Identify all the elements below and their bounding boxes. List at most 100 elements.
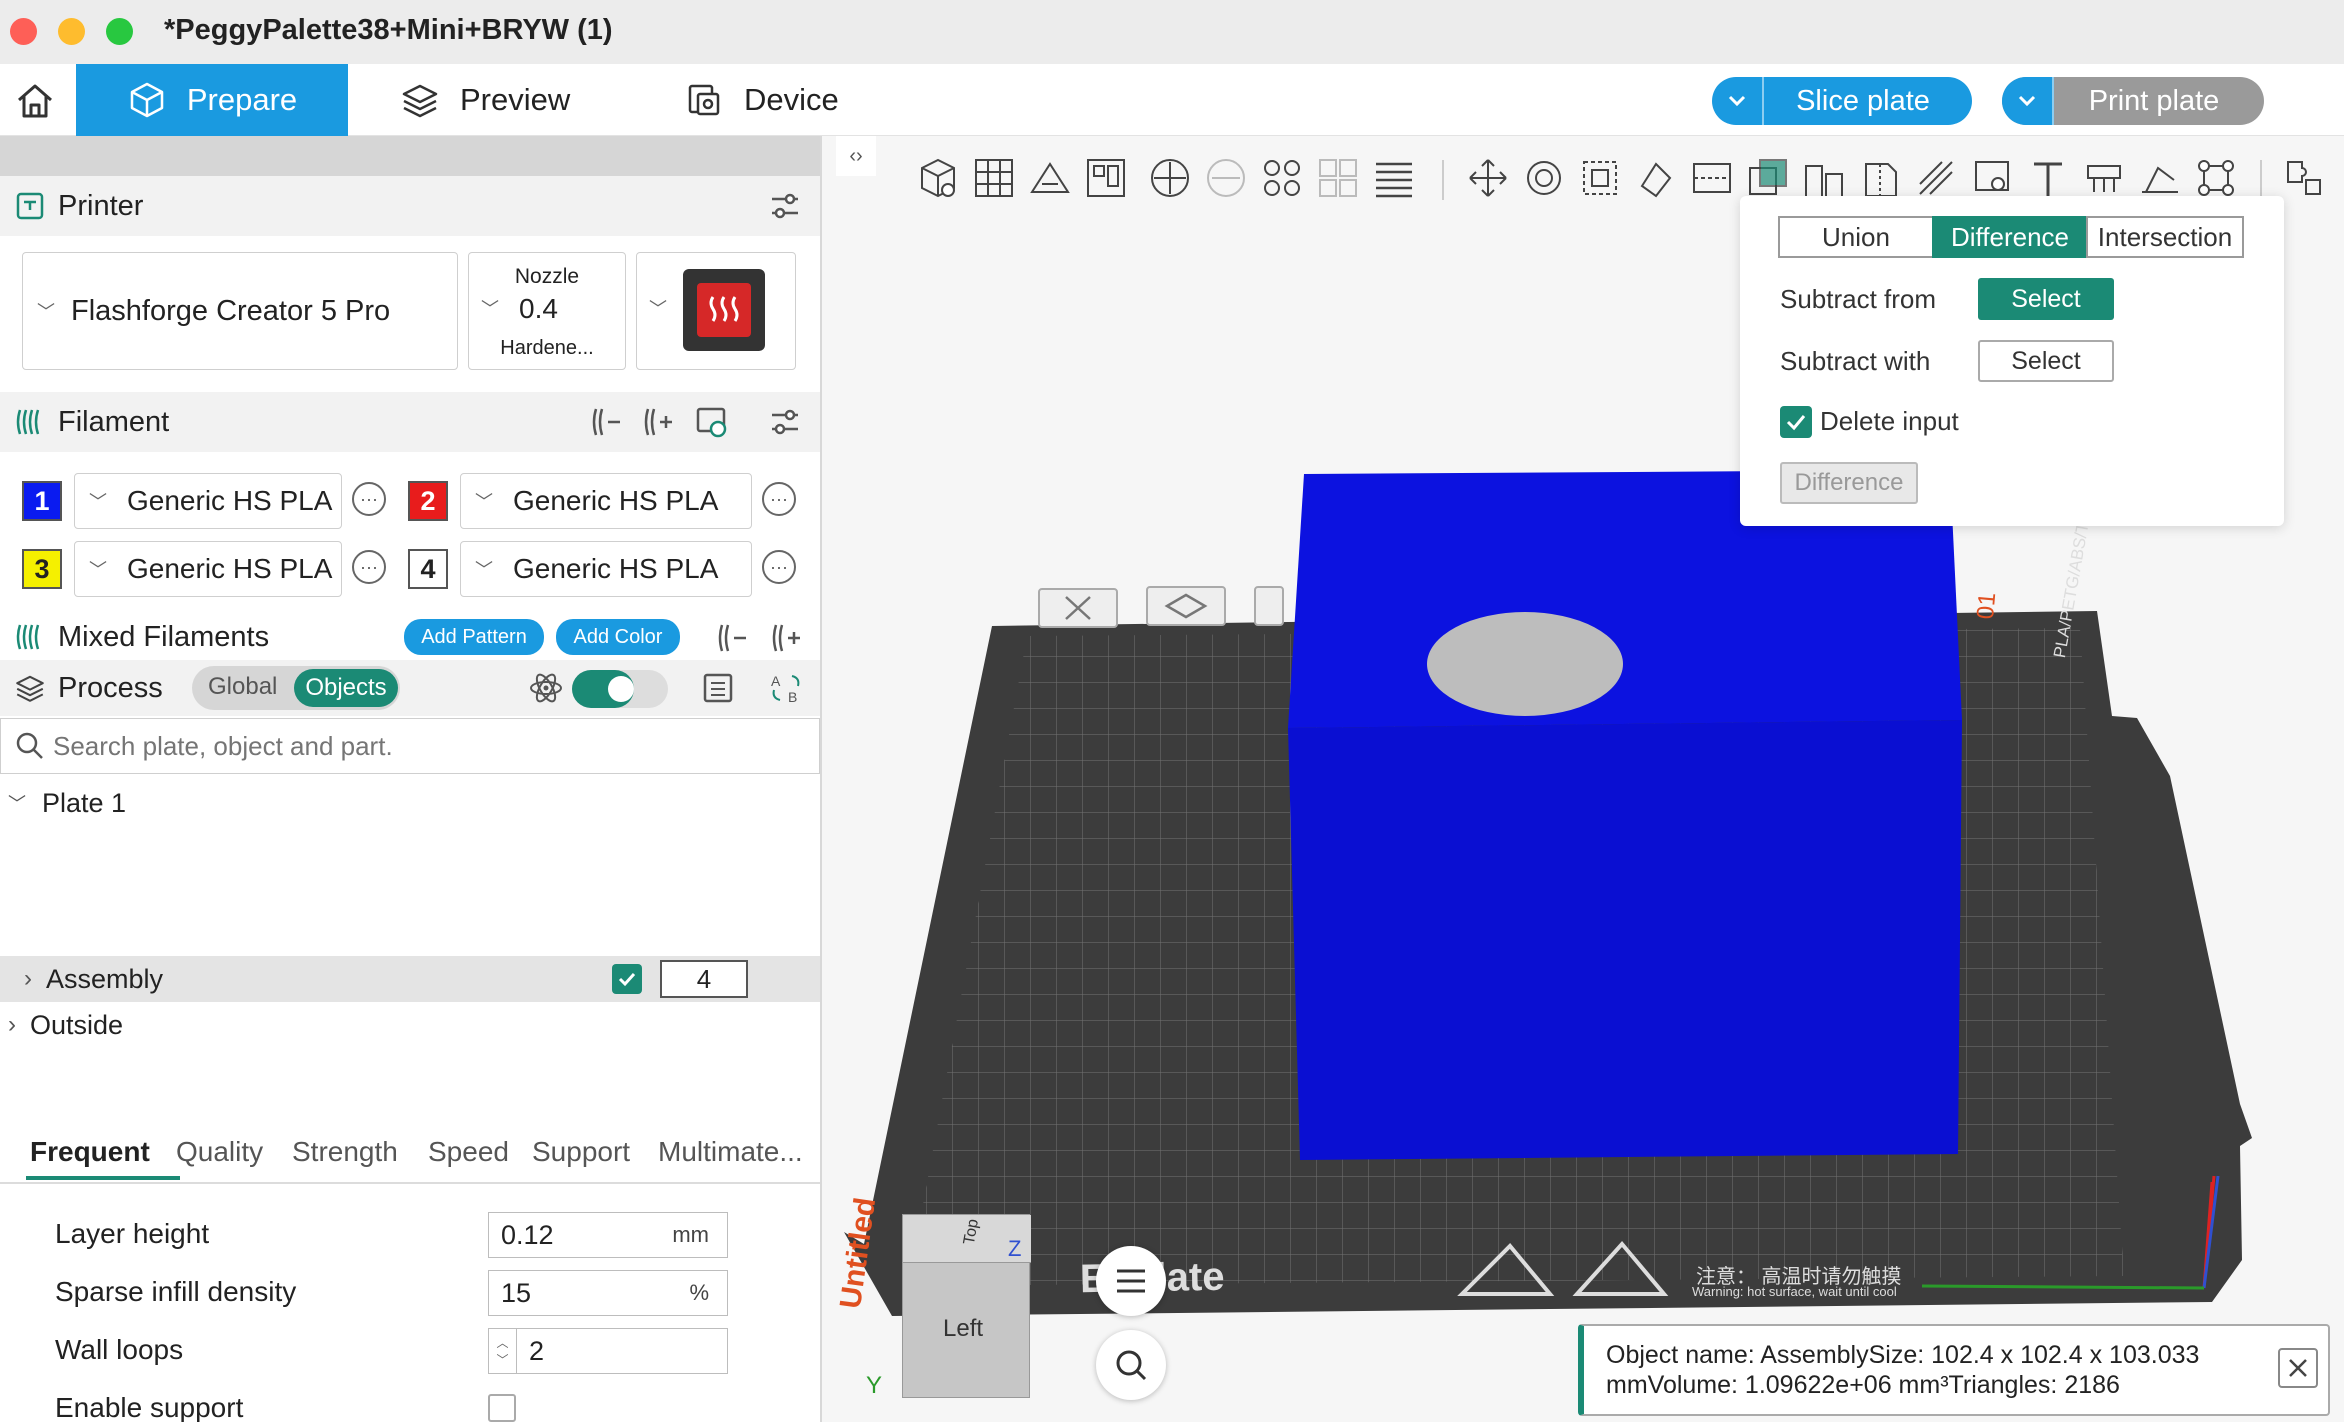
- tab-quality[interactable]: Quality: [176, 1136, 263, 1168]
- add-object-icon[interactable]: [916, 156, 960, 200]
- subtract-with-select-button[interactable]: Select: [1978, 340, 2114, 382]
- printer-settings-icon[interactable]: [768, 189, 802, 223]
- chevron-right-icon[interactable]: ›: [8, 1011, 16, 1039]
- filament-add-icon[interactable]: [642, 405, 676, 439]
- filament-slot-number[interactable]: 1: [22, 481, 62, 521]
- layers-editing-icon[interactable]: [1372, 156, 1416, 200]
- add-color-button[interactable]: Add Color: [556, 619, 680, 655]
- arrange-icon[interactable]: [1084, 156, 1128, 200]
- plate-settings-icon[interactable]: [1254, 586, 1284, 626]
- filament-remove-icon[interactable]: [590, 405, 624, 439]
- mixed-remove-icon[interactable]: [716, 621, 750, 655]
- global-option[interactable]: Global: [208, 673, 277, 701]
- tab-preview[interactable]: Preview: [400, 64, 570, 136]
- support-paint-icon[interactable]: [1802, 156, 1846, 200]
- text-icon[interactable]: [2026, 156, 2070, 200]
- filament-select[interactable]: ﹀ Generic HS PLA: [74, 473, 342, 529]
- enable-support-checkbox[interactable]: [488, 1394, 516, 1422]
- cut-icon[interactable]: [1690, 156, 1734, 200]
- stepper-icon[interactable]: ︿ ﹀: [489, 1329, 517, 1373]
- filament-slot-number[interactable]: 2: [408, 481, 448, 521]
- tab-multimaterial[interactable]: Multimate...: [658, 1136, 803, 1168]
- infill-density-input[interactable]: 15%: [488, 1270, 728, 1316]
- add-plate-icon[interactable]: [972, 156, 1016, 200]
- brim-ears-icon[interactable]: [2194, 156, 2238, 200]
- lay-on-face-icon[interactable]: [1634, 156, 1678, 200]
- split-parts-icon[interactable]: [1204, 156, 1248, 200]
- puzzle-icon[interactable]: [2282, 156, 2326, 200]
- arrange-plate-icon[interactable]: [1146, 586, 1226, 626]
- boolean-icon[interactable]: [1746, 156, 1790, 200]
- filament-sync-icon[interactable]: [694, 405, 728, 439]
- mixed-add-icon[interactable]: [770, 621, 804, 655]
- layer-height-input[interactable]: 0.12 mm: [488, 1212, 728, 1258]
- assembly-view-icon[interactable]: [2138, 156, 2182, 200]
- advanced-toggle[interactable]: [572, 670, 668, 708]
- union-option[interactable]: Union: [1778, 216, 1934, 258]
- menu-button[interactable]: [1096, 1246, 1166, 1316]
- view-cube-left[interactable]: Left: [943, 1315, 983, 1343]
- scale-icon[interactable]: [1578, 156, 1622, 200]
- home-button[interactable]: [12, 78, 58, 124]
- apply-difference-button[interactable]: Difference: [1780, 462, 1918, 504]
- nozzle-select[interactable]: Nozzle ﹀ 0.4 Hardene...: [468, 252, 626, 370]
- move-icon[interactable]: [1466, 156, 1510, 200]
- assembly-extruder-badge[interactable]: 4: [660, 960, 748, 998]
- slice-dropdown-chevron-icon[interactable]: [1712, 77, 1764, 125]
- seam-paint-icon[interactable]: [1858, 156, 1902, 200]
- list-icon[interactable]: [700, 670, 736, 706]
- filament-select[interactable]: ﹀ Generic HS PLA: [460, 541, 752, 597]
- more-icon[interactable]: ···: [352, 550, 386, 584]
- tab-support[interactable]: Support: [532, 1136, 630, 1168]
- search-bar[interactable]: [0, 718, 820, 774]
- subtract-from-select-button[interactable]: Select: [1978, 278, 2114, 320]
- process-scope-toggle[interactable]: Global Objects: [192, 666, 400, 710]
- tab-speed[interactable]: Speed: [428, 1136, 509, 1168]
- tab-device[interactable]: Device: [684, 64, 839, 136]
- more-icon[interactable]: ···: [352, 482, 386, 516]
- add-pattern-button[interactable]: Add Pattern: [404, 619, 544, 655]
- filament-slot-number[interactable]: 4: [408, 549, 448, 589]
- print-plate-button[interactable]: Print plate: [2002, 77, 2264, 125]
- auto-orient-icon[interactable]: [1028, 156, 1072, 200]
- color-paint-icon[interactable]: [1970, 156, 2014, 200]
- delete-plate-icon[interactable]: [1038, 588, 1118, 628]
- layout-icon[interactable]: [1316, 156, 1360, 200]
- slice-plate-button[interactable]: Slice plate: [1712, 77, 1972, 125]
- tree-row-plate[interactable]: ﹀ Plate 1: [0, 780, 820, 826]
- atom-icon[interactable]: [528, 670, 564, 706]
- wall-loops-input[interactable]: ︿ ﹀ 2: [488, 1328, 728, 1374]
- delete-input-checkbox[interactable]: [1780, 406, 1812, 438]
- close-window-button[interactable]: [10, 18, 37, 45]
- rotate-icon[interactable]: [1522, 156, 1566, 200]
- zoom-button[interactable]: [1096, 1330, 1166, 1400]
- chevron-down-icon[interactable]: ﹀: [8, 790, 26, 816]
- close-info-button[interactable]: [2278, 1348, 2318, 1388]
- more-icon[interactable]: ···: [762, 482, 796, 516]
- print-dropdown-chevron-icon[interactable]: [2002, 77, 2054, 125]
- compare-icon[interactable]: AB: [768, 670, 804, 706]
- fuzzy-skin-icon[interactable]: [1914, 156, 1958, 200]
- intersection-option[interactable]: Intersection: [2086, 216, 2244, 258]
- printer-select[interactable]: ﹀ Flashforge Creator 5 Pro: [22, 252, 458, 370]
- filament-settings-icon[interactable]: [768, 405, 802, 439]
- tab-strength[interactable]: Strength: [292, 1136, 398, 1168]
- search-input[interactable]: [53, 730, 773, 762]
- filament-select[interactable]: ﹀ Generic HS PLA: [74, 541, 342, 597]
- bed-type-select[interactable]: ﹀: [636, 252, 796, 370]
- measure-icon[interactable]: [2082, 156, 2126, 200]
- difference-option[interactable]: Difference: [1932, 216, 2088, 258]
- filament-select[interactable]: ﹀ Generic HS PLA: [460, 473, 752, 529]
- more-icon[interactable]: ···: [762, 550, 796, 584]
- variable-layer-icon[interactable]: [1260, 156, 1304, 200]
- tab-frequent[interactable]: Frequent: [30, 1136, 150, 1168]
- tree-row-outside[interactable]: › Outside: [0, 1002, 820, 1048]
- minimize-window-button[interactable]: [58, 18, 85, 45]
- chevron-right-icon[interactable]: ›: [24, 965, 32, 993]
- tab-prepare[interactable]: Prepare: [76, 64, 348, 136]
- objects-option[interactable]: Objects: [294, 669, 398, 707]
- assembly-visible-checkbox[interactable]: [612, 964, 642, 994]
- filament-slot-number[interactable]: 3: [22, 549, 62, 589]
- zoom-window-button[interactable]: [106, 18, 133, 45]
- split-objects-icon[interactable]: [1148, 156, 1192, 200]
